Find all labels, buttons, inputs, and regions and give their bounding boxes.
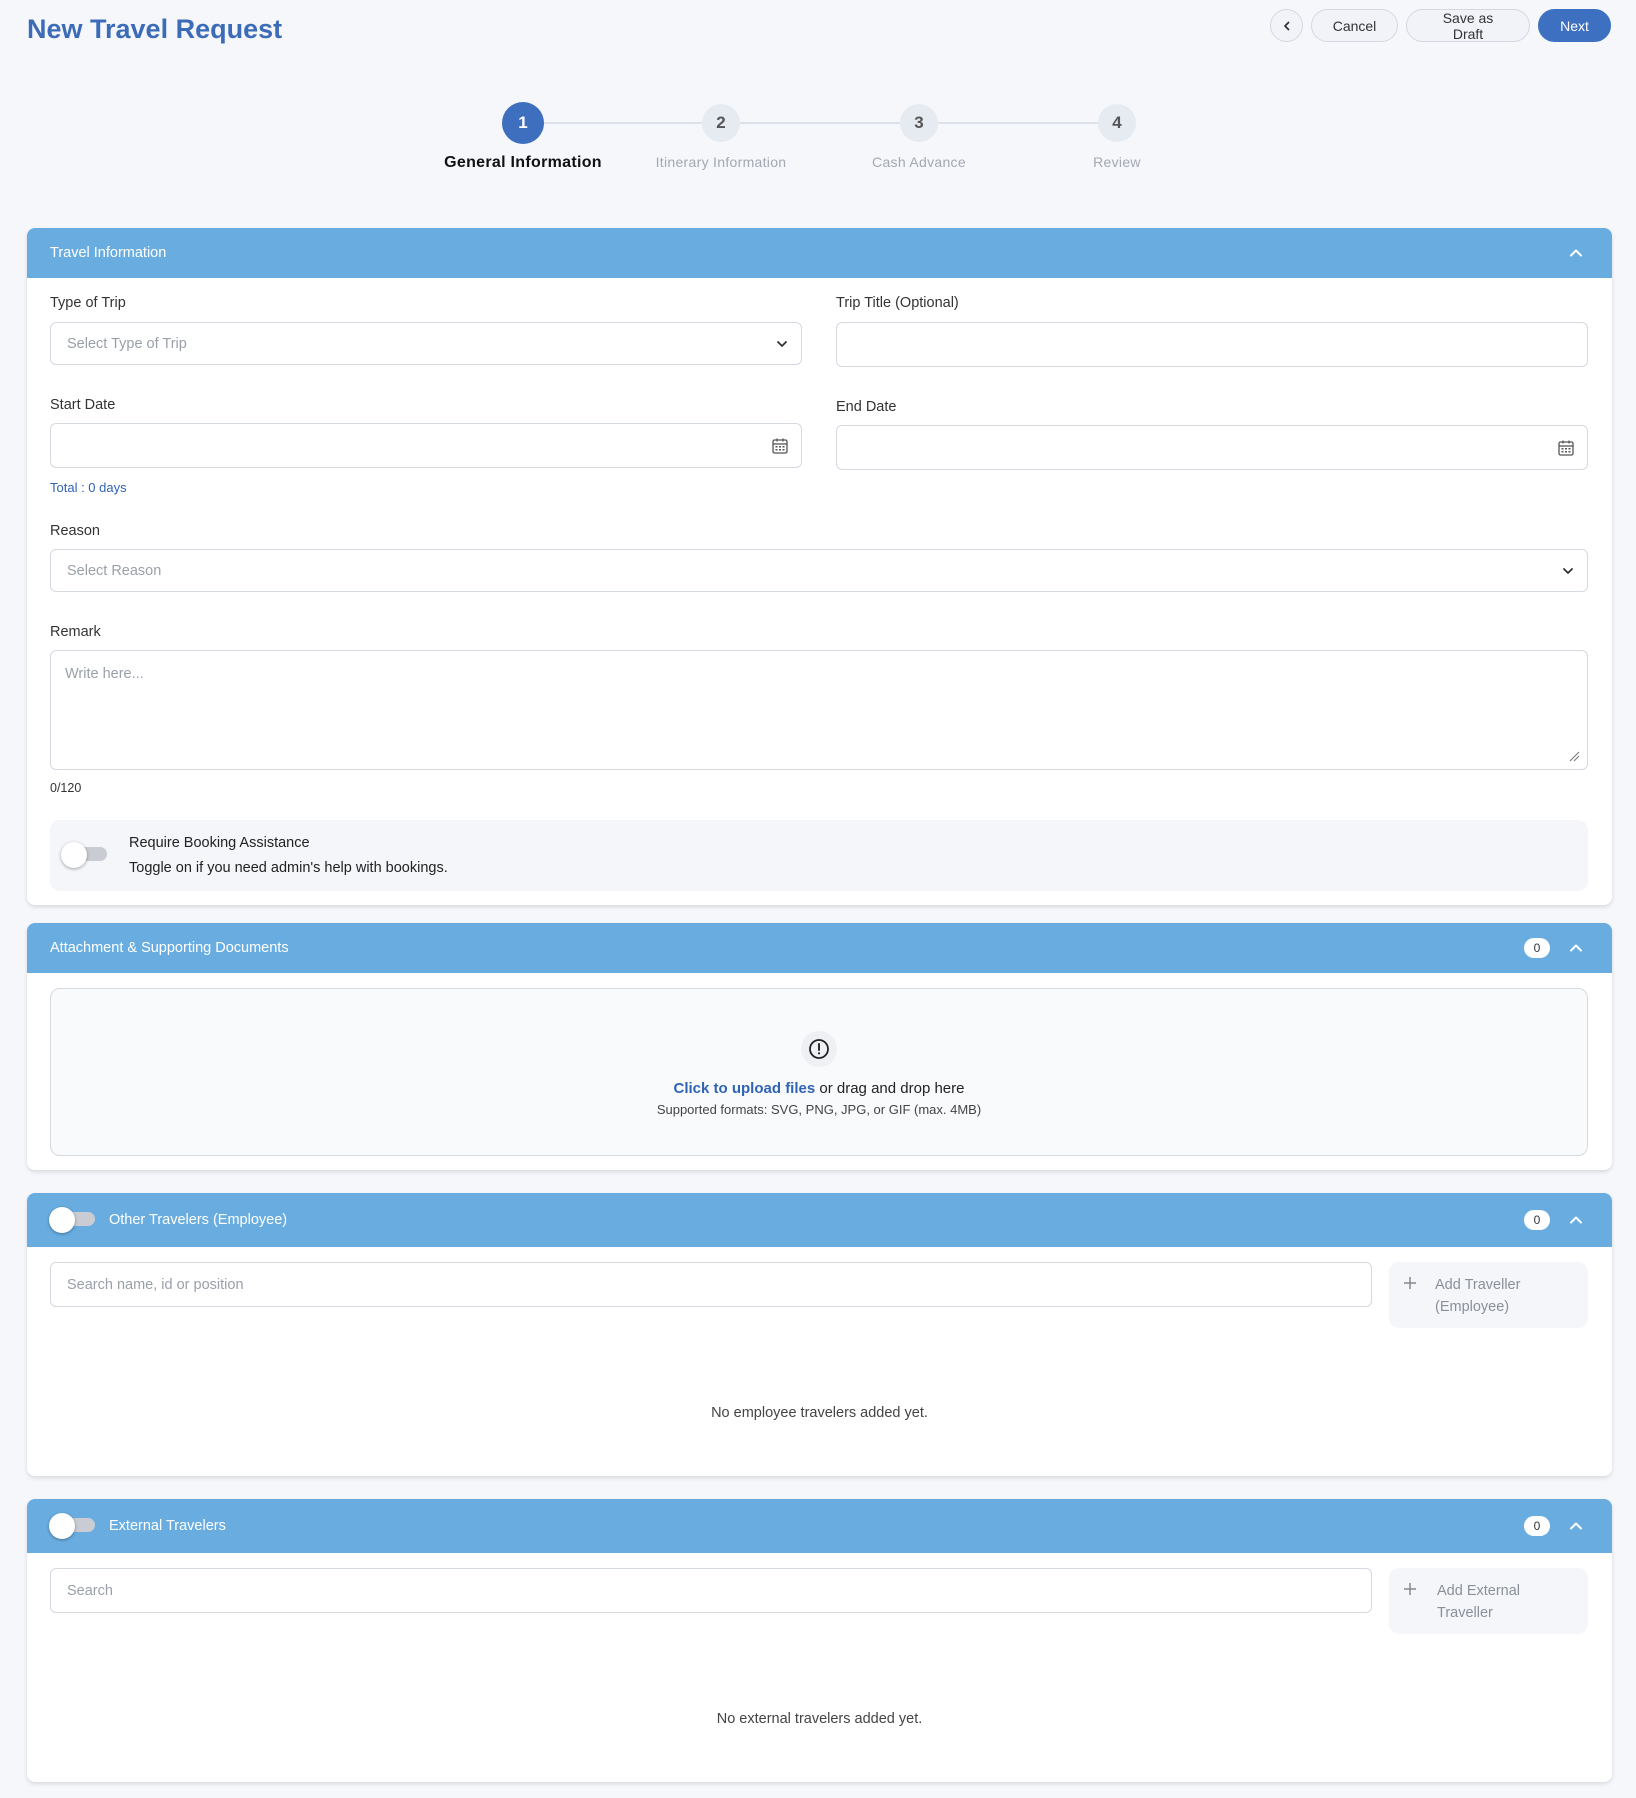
employee-empty-message: No employee travelers added yet. [711,1405,928,1421]
start-date-label: Start Date [50,397,116,413]
trip-title-input[interactable] [836,322,1588,367]
attachments-count-badge: 0 [1524,938,1550,958]
external-search-placeholder: Search [67,1582,113,1599]
external-empty-message: No external travelers added yet. [716,1711,923,1727]
upload-link[interactable]: Click to upload files [674,1080,816,1097]
remark-textarea[interactable]: Write here... [50,650,1588,770]
chevron-up-icon[interactable] [1568,940,1584,956]
step-number: 1 [502,102,544,144]
booking-assistance-row: Require Booking Assistance Toggle on if … [50,820,1588,891]
add-employee-traveller-label: Add Traveller (Employee) [1435,1277,1521,1315]
trip-title-label: Trip Title (Optional) [836,295,959,311]
step-label: Itinerary Information [655,154,787,170]
external-search-input[interactable]: Search [50,1568,1372,1613]
external-count-badge: 0 [1524,1516,1550,1536]
toggle-knob [49,1513,75,1539]
upload-icon-wrapper [801,1031,837,1067]
step-review[interactable]: 4 Review [1017,104,1217,170]
total-days: Total : 0 days [50,480,127,495]
remark-counter: 0/120 [50,781,82,795]
chevron-down-icon [777,340,787,347]
remark-label: Remark [50,624,101,640]
reason-label: Reason [50,523,100,539]
resize-handle-icon[interactable] [1569,751,1580,762]
add-external-traveller-button[interactable]: Add External Traveller [1389,1568,1588,1634]
upload-dropzone[interactable]: Click to upload files or drag and drop h… [50,988,1588,1156]
travel-information-section: Travel Information Type of Trip Select T… [27,228,1612,905]
type-of-trip-placeholder: Select Type of Trip [67,335,187,352]
start-date-input[interactable] [50,423,802,468]
chevron-up-icon[interactable] [1568,245,1584,261]
employee-travelers-header[interactable]: Other Travelers (Employee) 0 [27,1193,1612,1247]
booking-assistance-description: Toggle on if you need admin's help with … [129,860,448,876]
plus-icon [1404,1583,1416,1595]
step-general-information[interactable]: 1 General Information [423,102,623,172]
step-cash-advance[interactable]: 3 Cash Advance [819,104,1019,170]
step-number: 2 [702,104,740,142]
section-title: Attachment & Supporting Documents [50,940,289,956]
employee-travelers-section: Other Travelers (Employee) 0 Search name… [27,1193,1612,1476]
booking-assistance-toggle[interactable] [61,842,107,868]
employee-search-input[interactable]: Search name, id or position [50,1262,1372,1307]
plus-icon [1404,1277,1416,1289]
step-label: Cash Advance [872,154,966,170]
end-date-input[interactable] [836,425,1588,470]
travel-information-header[interactable]: Travel Information [27,228,1612,278]
back-button[interactable] [1270,9,1303,42]
section-title: Travel Information [50,245,167,261]
reason-select[interactable]: Select Reason [50,549,1588,592]
stepper: 1 General Information 2 Itinerary Inform… [423,102,1203,184]
type-of-trip-select[interactable]: Select Type of Trip [50,322,802,365]
info-circle-icon [809,1039,829,1059]
cancel-button[interactable]: Cancel [1311,9,1398,42]
chevron-down-icon [1563,567,1573,574]
booking-assistance-title: Require Booking Assistance [129,835,310,851]
remark-placeholder: Write here... [65,666,144,682]
external-travelers-header[interactable]: External Travelers 0 [27,1499,1612,1553]
calendar-icon[interactable] [771,437,789,455]
chevron-up-icon[interactable] [1568,1518,1584,1534]
employee-count-badge: 0 [1524,1210,1550,1230]
step-label: Review [1093,154,1141,170]
step-label: General Information [444,154,602,171]
chevron-left-icon [1283,21,1289,30]
header-actions: Cancel Save as Draft Next [1270,9,1611,42]
attachments-header[interactable]: Attachment & Supporting Documents 0 [27,923,1612,973]
type-of-trip-label: Type of Trip [50,295,126,311]
add-employee-traveller-button[interactable]: Add Traveller (Employee) [1389,1262,1588,1328]
external-travelers-section: External Travelers 0 Search Add External… [27,1499,1612,1782]
step-number: 3 [900,104,938,142]
attachments-section: Attachment & Supporting Documents 0 Clic… [27,923,1612,1170]
employee-search-placeholder: Search name, id or position [67,1276,244,1293]
upload-instructions: Click to upload files or drag and drop h… [51,1080,1587,1097]
employee-travelers-toggle[interactable] [49,1207,95,1233]
end-date-label: End Date [836,399,897,415]
add-external-traveller-label: Add External Traveller [1437,1583,1521,1621]
next-button[interactable]: Next [1538,9,1611,42]
step-itinerary-information[interactable]: 2 Itinerary Information [621,104,821,170]
step-number: 4 [1098,104,1136,142]
external-travelers-toggle[interactable] [49,1513,95,1539]
toggle-knob [49,1207,75,1233]
section-title: External Travelers [109,1518,226,1534]
section-title: Other Travelers (Employee) [109,1212,288,1228]
upload-formats: Supported formats: SVG, PNG, JPG, or GIF… [656,1102,982,1117]
upload-text: or drag and drop here [815,1080,965,1097]
calendar-icon[interactable] [1557,439,1575,457]
save-draft-button[interactable]: Save as Draft [1406,9,1530,42]
toggle-knob [61,842,87,868]
page-title: New Travel Request [27,14,283,44]
chevron-up-icon[interactable] [1568,1212,1584,1228]
reason-placeholder: Select Reason [67,562,162,579]
